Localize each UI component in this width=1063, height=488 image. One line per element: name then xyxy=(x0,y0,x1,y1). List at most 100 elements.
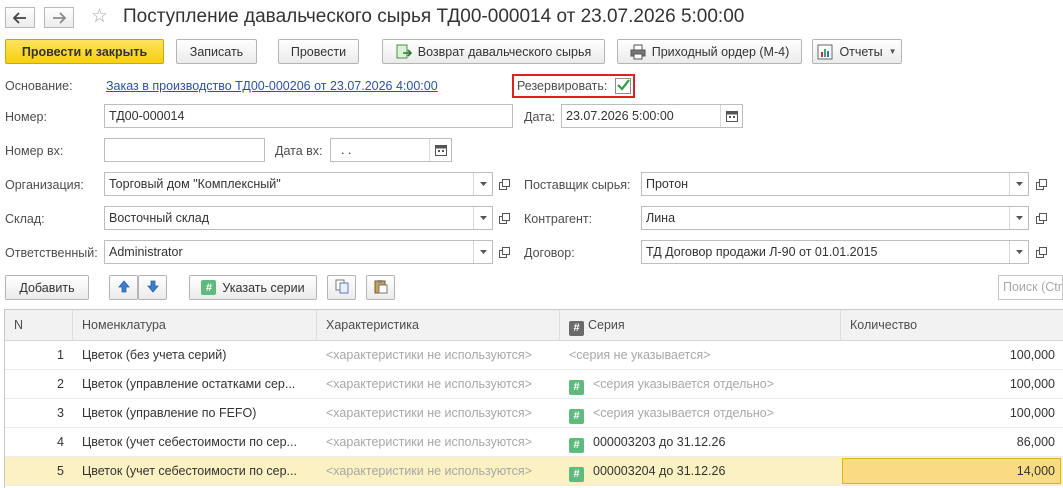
dropdown-arrow-icon: ▼ xyxy=(888,47,897,56)
column-header-series[interactable]: # Серия xyxy=(560,310,841,341)
row-series: #000003203 до 31.12.26 xyxy=(560,428,841,457)
printer-icon xyxy=(630,44,646,60)
return-raw-label: Возврат давальческого сырья xyxy=(417,44,592,59)
row-item: Цветок (управление остатками сер... xyxy=(82,377,296,391)
back-button[interactable] xyxy=(5,7,35,28)
row-series-text: <серия указывается отдельно> xyxy=(593,377,775,391)
row-number: 1 xyxy=(57,348,64,362)
row-series-text: <серия указывается отдельно> xyxy=(593,406,775,420)
reserve-label: Резервировать: xyxy=(517,79,608,93)
arrow-up-icon xyxy=(117,279,130,296)
row-number: 3 xyxy=(57,406,64,420)
row-item: Цветок (без учета серий) xyxy=(82,348,227,362)
warehouse-value: Восточный склад xyxy=(109,211,210,225)
move-down-button[interactable] xyxy=(138,275,167,300)
basis-link[interactable]: Заказ в производство ТД00-000206 от 23.0… xyxy=(106,79,438,94)
arrow-down-icon xyxy=(146,280,159,296)
row-characteristic: <характеристики не используются> xyxy=(326,377,532,391)
save-button[interactable]: Записать xyxy=(176,39,257,64)
organization-value: Торговый дом "Комплексный" xyxy=(109,177,281,191)
number-field[interactable]: ТД00-000014 xyxy=(104,104,513,128)
in-date-field[interactable]: . . xyxy=(330,138,452,162)
open-icon[interactable] xyxy=(494,172,514,196)
add-row-button[interactable]: Добавить xyxy=(5,275,89,300)
row-series: # <серия указывается отдельно> xyxy=(560,370,841,399)
column-header-item[interactable]: Номенклатура xyxy=(73,310,317,341)
row-quantity: 86,000 xyxy=(1016,435,1055,449)
calendar-icon[interactable] xyxy=(720,105,742,127)
warehouse-field[interactable]: Восточный склад xyxy=(104,206,493,230)
table-header: N Номенклатура Характеристика # Серия Кол… xyxy=(5,310,1063,341)
organization-field[interactable]: Торговый дом "Комплексный" xyxy=(104,172,493,196)
contract-label: Договор: xyxy=(524,246,575,260)
series-icon: # xyxy=(569,438,584,453)
row-series-text: 000003204 до 31.12.26 xyxy=(593,464,726,478)
row-number: 4 xyxy=(57,435,64,449)
move-up-button[interactable] xyxy=(109,275,138,300)
series-icon: # xyxy=(569,380,584,395)
open-icon[interactable] xyxy=(494,240,514,264)
in-number-field[interactable] xyxy=(104,138,265,162)
table-row[interactable]: 4 Цветок (учет себестоимости по сер... <… xyxy=(5,428,1063,457)
table-row[interactable]: 3 Цветок (управление по FEFO) <характери… xyxy=(5,399,1063,428)
warehouse-label: Склад: xyxy=(5,212,45,226)
post-and-close-button[interactable]: Провести и закрыть xyxy=(5,39,164,64)
post-button[interactable]: Провести xyxy=(278,39,359,64)
copy-row-button[interactable] xyxy=(327,275,356,300)
counterparty-field[interactable]: Лина xyxy=(641,206,1029,230)
column-header-quantity[interactable]: Количество xyxy=(841,310,1063,341)
calendar-icon[interactable] xyxy=(429,139,451,161)
dropdown-arrow-icon[interactable] xyxy=(473,207,492,229)
row-series-text: <серия не указывается> xyxy=(569,348,711,362)
row-quantity[interactable]: 14,000 xyxy=(841,457,1063,486)
row-series-text: 000003203 до 31.12.26 xyxy=(593,435,726,449)
copy-icon xyxy=(335,279,349,297)
reports-button[interactable]: Отчеты ▼ xyxy=(812,39,902,64)
dropdown-arrow-icon[interactable] xyxy=(1009,173,1028,195)
dropdown-arrow-icon[interactable] xyxy=(1009,241,1028,263)
dropdown-arrow-icon[interactable] xyxy=(473,173,492,195)
row-series: # <серия указывается отдельно> xyxy=(560,399,841,428)
column-header-n[interactable]: N xyxy=(5,310,73,341)
row-series: #000003204 до 31.12.26 xyxy=(560,457,841,486)
open-icon[interactable] xyxy=(1031,240,1051,264)
open-icon[interactable] xyxy=(494,206,514,230)
counterparty-label: Контрагент: xyxy=(524,212,593,226)
series-icon: # xyxy=(569,467,584,482)
checkmark-icon xyxy=(616,78,630,94)
search-input[interactable]: Поиск (Ctrl xyxy=(998,275,1063,300)
date-field[interactable]: 23.07.2026 5:00:00 xyxy=(561,104,743,128)
row-characteristic: <характеристики не используются> xyxy=(326,348,532,362)
forward-button[interactable] xyxy=(44,7,74,28)
document-arrow-icon xyxy=(396,44,412,60)
paste-button[interactable] xyxy=(366,275,395,300)
responsible-label: Ответственный: xyxy=(5,246,98,260)
page-title: Поступление давальческого сырья ТД00-000… xyxy=(123,6,745,27)
open-icon[interactable] xyxy=(1031,172,1051,196)
responsible-field[interactable]: Administrator xyxy=(104,240,493,264)
specify-series-button[interactable]: # Указать серии xyxy=(189,275,317,300)
return-raw-button[interactable]: Возврат давальческого сырья xyxy=(382,39,605,64)
open-icon[interactable] xyxy=(1031,206,1051,230)
add-row-label: Добавить xyxy=(19,280,75,295)
series-icon: # xyxy=(569,409,584,424)
supplier-field[interactable]: Протон xyxy=(641,172,1029,196)
reserve-checkbox[interactable] xyxy=(615,78,631,94)
contract-field[interactable]: ТД Договор продажи Л-90 от 01.01.2015 xyxy=(641,240,1029,264)
arrow-right-icon xyxy=(52,11,66,24)
table-row-selected[interactable]: 5 Цветок (учет себестоимости по сер... <… xyxy=(5,457,1063,486)
receipt-order-button[interactable]: Приходный ордер (М-4) xyxy=(617,39,802,64)
dropdown-arrow-icon[interactable] xyxy=(1009,207,1028,229)
column-header-characteristic[interactable]: Характеристика xyxy=(317,310,560,341)
in-date-label: Дата вх: xyxy=(275,144,323,158)
number-value: ТД00-000014 xyxy=(109,109,185,123)
organization-label: Организация: xyxy=(5,178,84,192)
search-placeholder: Поиск (Ctrl xyxy=(1003,280,1063,294)
table-row[interactable]: 1 Цветок (без учета серий) <характеристи… xyxy=(5,341,1063,370)
star-icon[interactable]: ☆ xyxy=(91,7,108,27)
report-icon xyxy=(817,44,833,60)
date-label: Дата: xyxy=(524,110,556,124)
dropdown-arrow-icon[interactable] xyxy=(473,241,492,263)
table-row[interactable]: 2 Цветок (управление остатками сер... <х… xyxy=(5,370,1063,399)
reports-label: Отчеты xyxy=(839,44,883,59)
